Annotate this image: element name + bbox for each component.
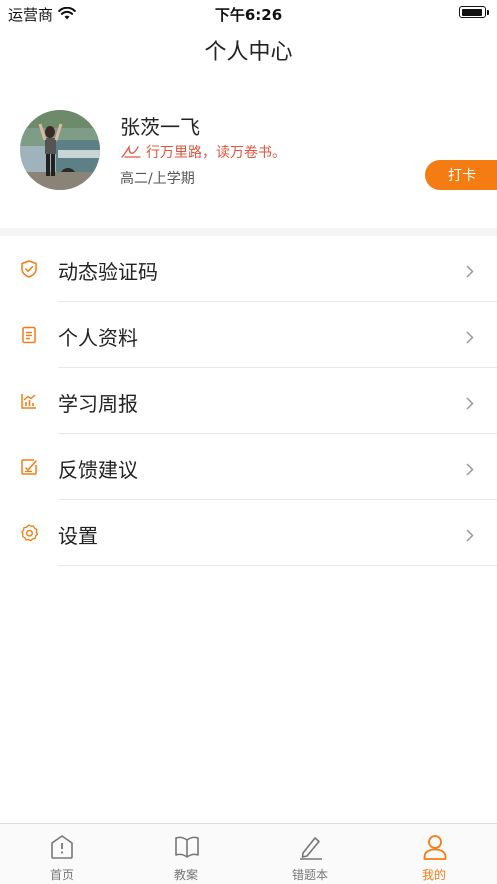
tab-bar: 首页 教案 错题本 我的 — [0, 823, 497, 884]
page-title: 个人中心 — [204, 40, 293, 65]
pencil-icon — [298, 834, 324, 864]
user-name: 张茨一飞 — [120, 115, 200, 139]
menu-item-label: 动态验证码 — [58, 260, 158, 284]
battery-icon — [459, 6, 486, 18]
tab-lesson-plans[interactable]: 教案 — [124, 824, 248, 884]
document-icon — [19, 325, 39, 345]
tab-home[interactable]: 首页 — [0, 824, 124, 884]
shield-check-icon — [19, 259, 39, 279]
avatar[interactable] — [20, 110, 100, 190]
menu-item-feedback[interactable]: 反馈建议 — [0, 434, 497, 500]
menu-item-label: 学习周报 — [58, 392, 138, 416]
book-icon — [174, 834, 200, 864]
checkin-button[interactable]: 打卡 — [425, 160, 497, 190]
menu-item-verification-code[interactable]: 动态验证码 — [0, 236, 497, 302]
home-icon — [50, 834, 74, 864]
menu-item-label: 设置 — [58, 524, 98, 548]
chevron-right-icon — [466, 263, 474, 282]
tab-label: 首页 — [49, 868, 74, 882]
menu-item-weekly-report[interactable]: 学习周报 — [0, 368, 497, 434]
edit-icon — [19, 457, 39, 477]
battery-nub — [487, 10, 489, 15]
chevron-right-icon — [466, 527, 474, 546]
menu-item-settings[interactable]: 设置 — [0, 500, 497, 566]
tab-mine[interactable]: 我的 — [372, 824, 496, 884]
menu-item-profile[interactable]: 个人资料 — [0, 302, 497, 368]
section-divider — [0, 228, 497, 236]
chevron-right-icon — [466, 329, 474, 348]
user-motto: 行万里路，读万卷书。 — [120, 142, 286, 162]
signature-icon — [121, 145, 141, 158]
motto-text: 行万里路，读万卷书。 — [146, 145, 286, 161]
chevron-right-icon — [466, 395, 474, 414]
menu-item-label: 个人资料 — [58, 326, 138, 350]
tab-label: 我的 — [421, 868, 446, 882]
tab-label: 教案 — [173, 868, 198, 882]
status-bar: 运营商 下午6:26 — [0, 0, 497, 26]
user-icon — [422, 834, 448, 864]
grade-label: 高二/上学期 — [120, 171, 195, 187]
chart-icon — [19, 391, 39, 411]
chevron-right-icon — [466, 461, 474, 480]
menu-item-label: 反馈建议 — [58, 458, 138, 482]
tab-label: 错题本 — [291, 868, 328, 882]
gear-icon — [19, 523, 39, 543]
status-time: 下午6:26 — [214, 6, 283, 24]
row-separator — [58, 565, 497, 566]
menu-list: 动态验证码 个人资料 学习周报 反馈建议 设置 — [0, 236, 497, 566]
tab-mistake-book[interactable]: 错题本 — [248, 824, 372, 884]
